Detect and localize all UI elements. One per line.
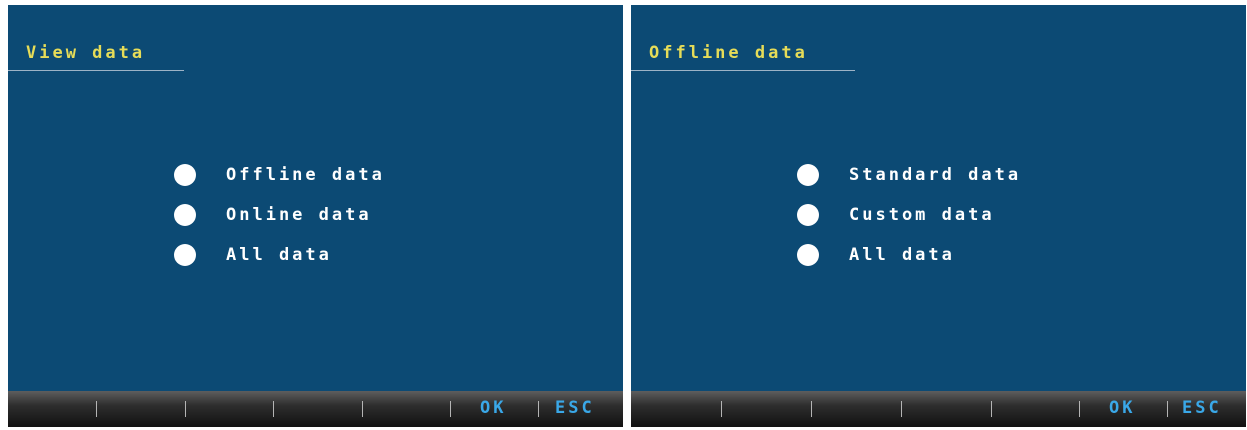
menu-item-standard-data[interactable]: Standard data: [797, 155, 1021, 195]
softkey-divider: [273, 401, 274, 417]
menu-list: Offline data Online data All data: [174, 155, 385, 275]
softkey-divider: [362, 401, 363, 417]
title-underline: [8, 70, 184, 71]
screen-title: View data: [26, 43, 146, 63]
softkey-divider: [1079, 401, 1080, 417]
softkey-divider: [991, 401, 992, 417]
softkey-divider: [811, 401, 812, 417]
title-underline: [631, 70, 855, 71]
softkey-divider: [96, 401, 97, 417]
radio-bullet-icon: [797, 244, 819, 266]
radio-bullet-icon: [174, 244, 196, 266]
radio-bullet-icon: [797, 164, 819, 186]
menu-item-label: All data: [849, 245, 955, 265]
menu-item-label: Online data: [226, 205, 372, 225]
ok-softkey[interactable]: OK: [480, 398, 506, 418]
softkey-divider: [901, 401, 902, 417]
menu-item-offline-data[interactable]: Offline data: [174, 155, 385, 195]
ok-softkey[interactable]: OK: [1109, 398, 1135, 418]
menu-item-label: Offline data: [226, 165, 385, 185]
radio-bullet-icon: [174, 164, 196, 186]
radio-bullet-icon: [174, 204, 196, 226]
menu-item-label: All data: [226, 245, 332, 265]
menu-item-custom-data[interactable]: Custom data: [797, 195, 1021, 235]
esc-softkey[interactable]: ESC: [1182, 398, 1222, 418]
offline-data-screen: Offline data Standard data Custom data A…: [631, 5, 1246, 427]
screen-title: Offline data: [649, 43, 808, 63]
softkey-bar: OK ESC: [631, 391, 1246, 427]
esc-softkey[interactable]: ESC: [555, 398, 595, 418]
view-data-screen: View data Offline data Online data All d…: [8, 5, 623, 427]
menu-item-online-data[interactable]: Online data: [174, 195, 385, 235]
menu-item-all-data[interactable]: All data: [797, 235, 1021, 275]
menu-item-label: Standard data: [849, 165, 1022, 185]
softkey-divider: [450, 401, 451, 417]
softkey-bar: OK ESC: [8, 391, 623, 427]
softkey-divider: [721, 401, 722, 417]
radio-bullet-icon: [797, 204, 819, 226]
menu-item-label: Custom data: [849, 205, 995, 225]
softkey-divider: [538, 401, 539, 417]
softkey-divider: [185, 401, 186, 417]
softkey-divider: [1167, 401, 1168, 417]
menu-item-all-data[interactable]: All data: [174, 235, 385, 275]
menu-list: Standard data Custom data All data: [797, 155, 1021, 275]
